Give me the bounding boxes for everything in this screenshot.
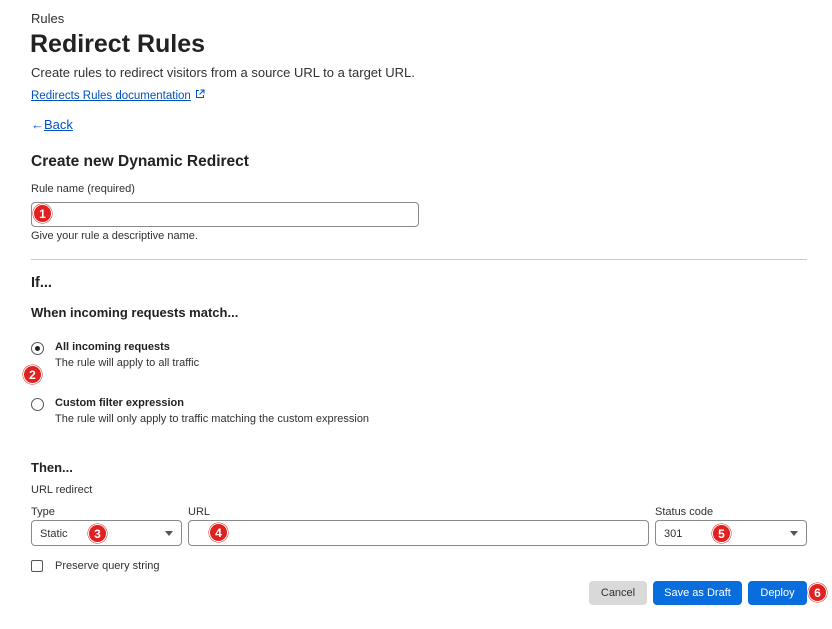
page-description: Create rules to redirect visitors from a… [31,65,415,80]
rule-name-help: Give your rule a descriptive name. [31,230,198,242]
documentation-link[interactable]: Redirects Rules documentation [31,89,205,102]
then-section-subtitle: URL redirect [31,484,93,496]
annotation-badge-6: 6 [808,583,827,602]
preserve-query-label: Preserve query string [55,560,160,572]
type-select-value: Static [40,528,68,540]
annotation-badge-5: 5 [712,524,731,543]
save-draft-button[interactable]: Save as Draft [653,581,742,605]
option-custom-filter-title: Custom filter expression [55,397,184,409]
breadcrumb: Rules [31,11,65,26]
status-code-label: Status code [655,506,714,518]
rule-name-label: Rule name (required) [31,183,135,195]
annotation-badge-3: 3 [88,524,107,543]
annotation-badge-1: 1 [33,204,52,223]
url-input[interactable] [188,520,649,546]
if-section-subtitle: When incoming requests match... [31,305,239,320]
documentation-link-label: Redirects Rules documentation [31,89,191,102]
back-link-label: Back [44,117,73,132]
url-label: URL [188,506,211,518]
deploy-button[interactable]: Deploy [748,581,807,605]
annotation-badge-2: 2 [23,365,42,384]
option-all-incoming-desc: The rule will apply to all traffic [55,357,200,369]
section-title: Create new Dynamic Redirect [31,153,249,170]
status-code-select-value: 301 [664,528,683,540]
section-divider [31,259,807,260]
chevron-down-icon [165,531,173,536]
status-code-select[interactable]: 301 [655,520,807,546]
chevron-down-icon [790,531,798,536]
page-title: Redirect Rules [30,30,206,58]
option-all-incoming-title: All incoming requests [55,341,170,353]
option-custom-filter-desc: The rule will only apply to traffic matc… [55,413,370,425]
type-label: Type [31,506,55,518]
radio-custom-filter[interactable] [31,398,44,411]
if-section-title: If... [31,275,52,291]
back-arrow-icon: ← [31,117,44,132]
external-link-icon [195,89,205,102]
rule-name-input[interactable] [31,202,419,227]
back-link[interactable]: ← Back [31,117,73,132]
radio-all-incoming[interactable] [31,342,44,355]
then-section-title: Then... [31,460,73,475]
cancel-button[interactable]: Cancel [589,581,647,605]
preserve-query-checkbox[interactable] [31,560,43,572]
annotation-badge-4: 4 [209,523,228,542]
